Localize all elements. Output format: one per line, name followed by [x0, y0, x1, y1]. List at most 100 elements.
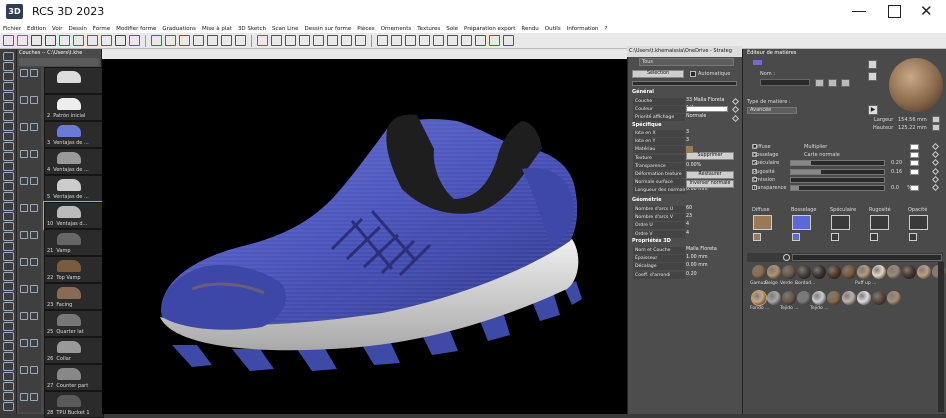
layer-item[interactable]: 27 Counter part — [44, 364, 104, 391]
section-header[interactable]: Géométrie — [632, 197, 682, 203]
3d-viewport[interactable] — [102, 49, 627, 414]
channel-swatch[interactable] — [910, 168, 919, 175]
material-swatch-ball[interactable] — [782, 291, 796, 305]
map-slot[interactable] — [909, 215, 928, 230]
layer-visibility-icon[interactable] — [20, 366, 28, 374]
selection-button[interactable]: Sélection — [632, 70, 684, 78]
new-icon[interactable] — [31, 35, 42, 46]
map-clear-icon[interactable] — [909, 233, 917, 241]
material-preview-tool[interactable] — [868, 72, 877, 81]
channel-value[interactable]: 0.20 — [891, 160, 902, 166]
spline-icon[interactable] — [3, 322, 14, 331]
minimize-button[interactable] — [852, 11, 866, 12]
menu-item[interactable]: Graduations — [162, 26, 196, 32]
menu-item[interactable]: Outils — [545, 26, 561, 32]
layer-item[interactable]: 3 Ventajas de ... — [44, 121, 104, 148]
paste-icon[interactable] — [115, 35, 126, 46]
pattern-icon[interactable] — [391, 35, 402, 46]
layer-visibility-icon[interactable] — [20, 231, 28, 239]
material-swatch-ball[interactable] — [812, 291, 826, 305]
property-value[interactable]: Normale — [686, 114, 706, 119]
material-swatch-ball[interactable] — [887, 291, 901, 305]
menu-item[interactable]: Préparation export — [464, 26, 515, 32]
material-swatch-ball[interactable] — [767, 291, 781, 305]
properties-filter-dropdown[interactable]: Tous — [639, 58, 734, 66]
text-tool-icon[interactable] — [3, 202, 14, 211]
refresh-icon[interactable] — [475, 35, 486, 46]
property-value[interactable]: 3 — [686, 138, 689, 143]
layer-item[interactable]: 21 Vamp — [44, 229, 104, 256]
layer-visibility-icon[interactable] — [30, 312, 38, 320]
insole-icon[interactable] — [341, 35, 352, 46]
toe-icon[interactable] — [327, 35, 338, 46]
mirror-tool-icon[interactable] — [3, 172, 14, 181]
arc-icon[interactable] — [3, 312, 14, 321]
group-icon[interactable] — [3, 242, 14, 251]
layer-visibility-icon[interactable] — [30, 285, 38, 293]
layer-visibility-icon[interactable] — [20, 96, 28, 104]
channel-value[interactable]: 0.16 — [891, 169, 902, 175]
layer-item[interactable]: 22 Top Vamp — [44, 256, 104, 283]
redo-icon[interactable] — [165, 35, 176, 46]
pen-icon[interactable] — [419, 35, 430, 46]
text-icon[interactable] — [179, 35, 190, 46]
select-icon[interactable] — [17, 35, 28, 46]
select-tool-icon[interactable] — [3, 52, 14, 61]
point-icon[interactable] — [3, 102, 14, 111]
layer-item[interactable]: 23 Facing — [44, 283, 104, 310]
material-preview-tool[interactable] — [868, 60, 877, 69]
material-action-icon[interactable] — [841, 79, 850, 87]
layer-item[interactable]: 5 Ventajas de ... — [44, 175, 104, 202]
width-lock[interactable] — [932, 116, 940, 123]
layer-item[interactable]: 2 Patrón inicial — [44, 94, 104, 121]
invert-button[interactable]: Inverser normale — [686, 180, 734, 188]
layer-visibility-icon[interactable] — [20, 204, 28, 212]
restore-button[interactable]: Restaurer — [686, 171, 734, 179]
layer-visibility-icon[interactable] — [20, 258, 28, 266]
layer-visibility-icon[interactable] — [20, 69, 28, 77]
section-header[interactable]: Propriétés 3D — [632, 238, 682, 244]
layer-visibility-icon[interactable] — [30, 204, 38, 212]
menu-item[interactable]: Sole — [446, 26, 458, 32]
sandal-icon[interactable] — [377, 35, 388, 46]
property-value[interactable]: Malla Floreta — [686, 247, 717, 252]
material-swatch-ball[interactable] — [797, 265, 811, 279]
height-lock[interactable] — [932, 124, 940, 131]
channel-slider[interactable] — [790, 185, 885, 191]
section-header[interactable]: Spécifique — [632, 122, 682, 128]
map-slot[interactable] — [792, 215, 811, 230]
lock-icon[interactable] — [3, 332, 14, 341]
grade-icon[interactable] — [3, 132, 14, 141]
material-name-input[interactable] — [760, 79, 810, 86]
layer-visibility-icon[interactable] — [30, 366, 38, 374]
channel-swatch[interactable] — [910, 152, 919, 159]
layer-visibility-icon[interactable] — [20, 312, 28, 320]
layer-icon[interactable] — [3, 362, 14, 371]
property-value[interactable]: 1.00 mm — [686, 255, 708, 260]
layer-visibility-icon[interactable] — [30, 177, 38, 185]
property-value[interactable]: 4 — [686, 231, 689, 236]
color-bar[interactable] — [686, 106, 728, 112]
rotate-tool-icon[interactable] — [3, 182, 14, 191]
property-value[interactable]: 33 Malla Floreta — [686, 98, 725, 103]
menu-item[interactable]: Dessin — [69, 26, 87, 32]
layer-item[interactable]: 25 Quarter lat — [44, 310, 104, 337]
material-action-icon[interactable] — [815, 79, 824, 87]
stitch-icon[interactable] — [405, 35, 416, 46]
layer-visibility-icon[interactable] — [20, 150, 28, 158]
texture-thumbnail[interactable] — [686, 146, 693, 153]
scissors-icon[interactable] — [3, 92, 14, 101]
shoe-icon[interactable] — [271, 35, 282, 46]
map-clear-icon[interactable] — [792, 233, 800, 241]
material-swatch-ball[interactable] — [782, 265, 796, 279]
channel-value[interactable]: 0.0 — [891, 185, 899, 191]
channel-value[interactable]: Multiplier — [804, 144, 827, 150]
ruler-icon[interactable] — [3, 222, 14, 231]
property-value[interactable]: 3 — [686, 130, 689, 135]
curve-tool-icon[interactable] — [3, 82, 14, 91]
material-swatch-ball[interactable] — [887, 265, 901, 279]
open-icon[interactable] — [45, 35, 56, 46]
zoom-icon[interactable] — [489, 35, 500, 46]
menu-item[interactable]: Scan Line — [272, 26, 299, 32]
layer-visibility-icon[interactable] — [30, 231, 38, 239]
